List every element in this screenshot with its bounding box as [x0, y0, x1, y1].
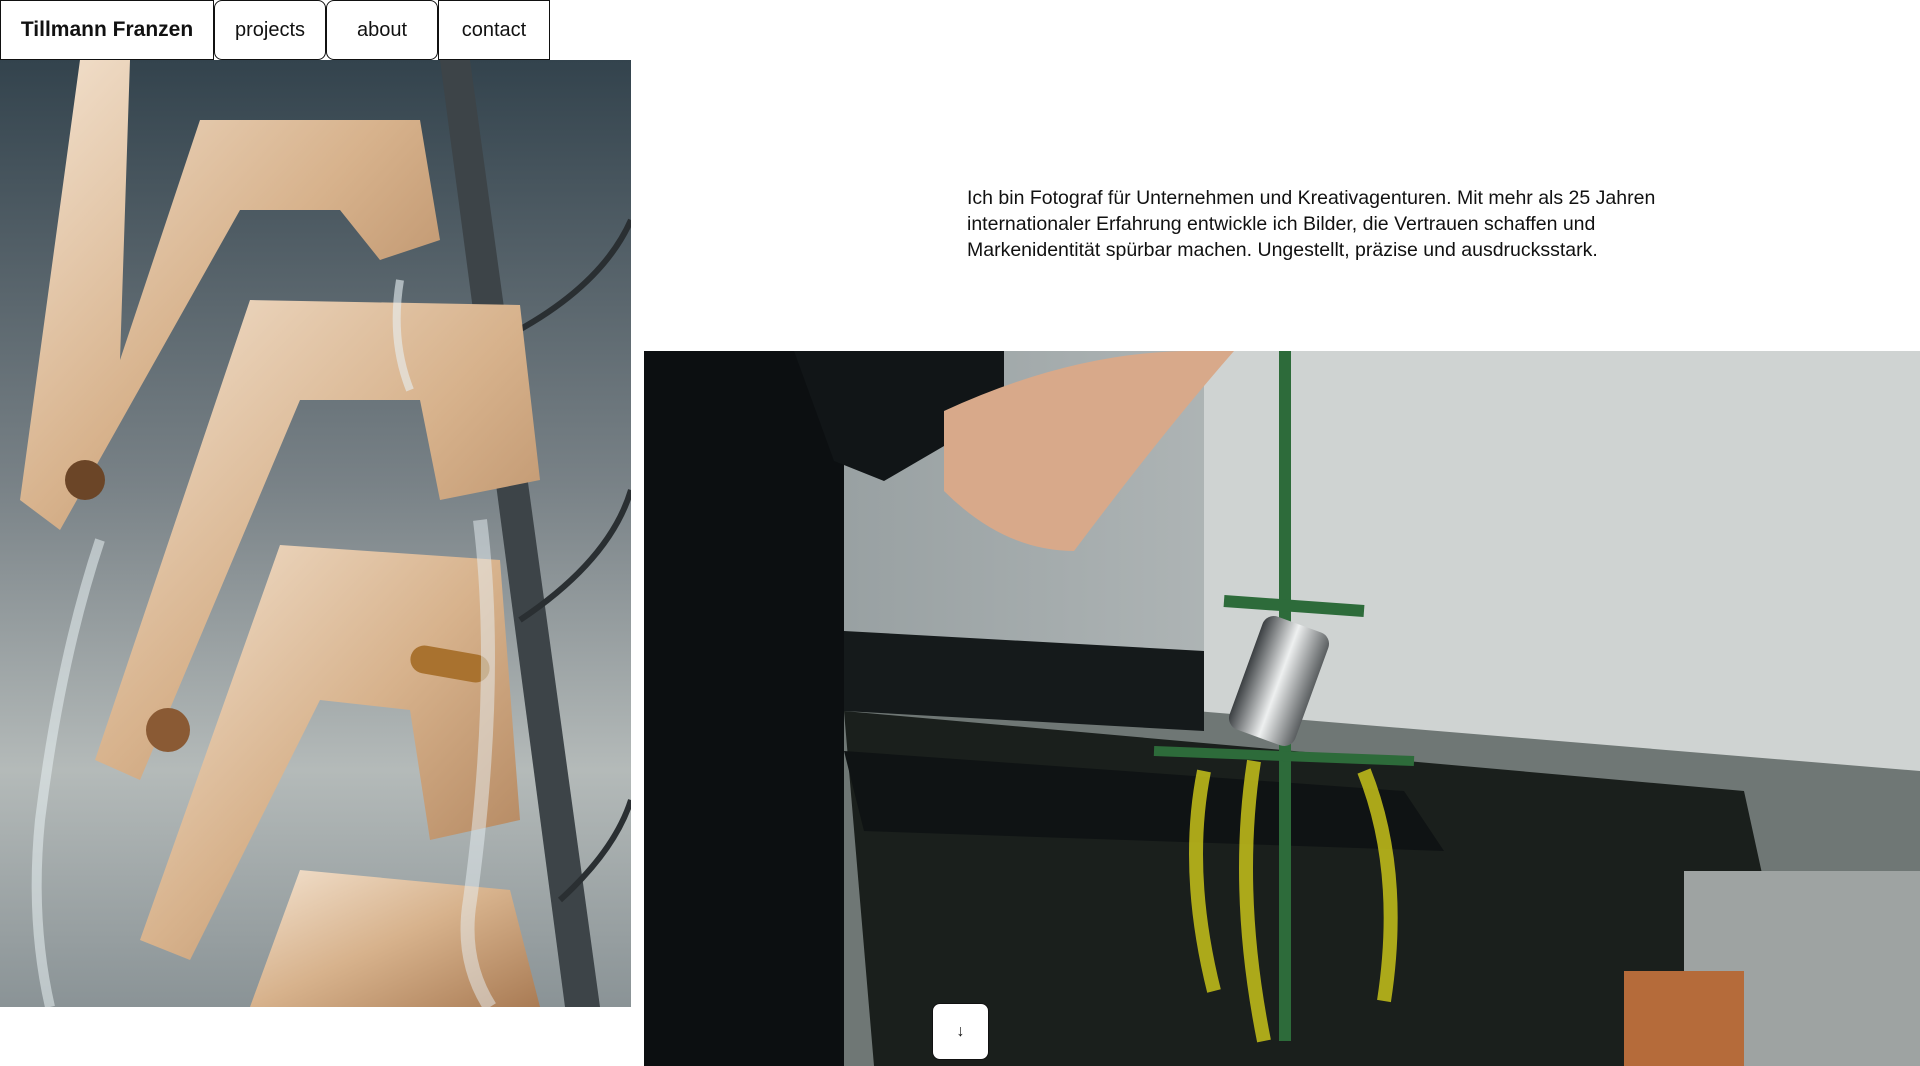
faucet-handles-photo[interactable] — [0, 60, 631, 1007]
arrow-down-icon: ↓ — [956, 1022, 965, 1040]
faucet-handles-illustration — [0, 60, 631, 1007]
nav-contact-button[interactable]: contact — [438, 0, 550, 60]
brand-logo-link[interactable]: Tillmann Franzen — [0, 0, 214, 60]
page: Tillmann Franzen projects about contact — [0, 0, 1920, 1066]
nav-about-button[interactable]: about — [326, 0, 438, 60]
electroplating-photo[interactable] — [644, 351, 1920, 1066]
nav-projects-button[interactable]: projects — [214, 0, 326, 60]
intro-text: Ich bin Fotograf für Unternehmen und Kre… — [967, 186, 1656, 261]
scroll-down-button[interactable]: ↓ — [932, 1003, 989, 1060]
main-nav: Tillmann Franzen projects about contact — [0, 0, 550, 60]
electroplating-illustration — [644, 351, 1920, 1066]
